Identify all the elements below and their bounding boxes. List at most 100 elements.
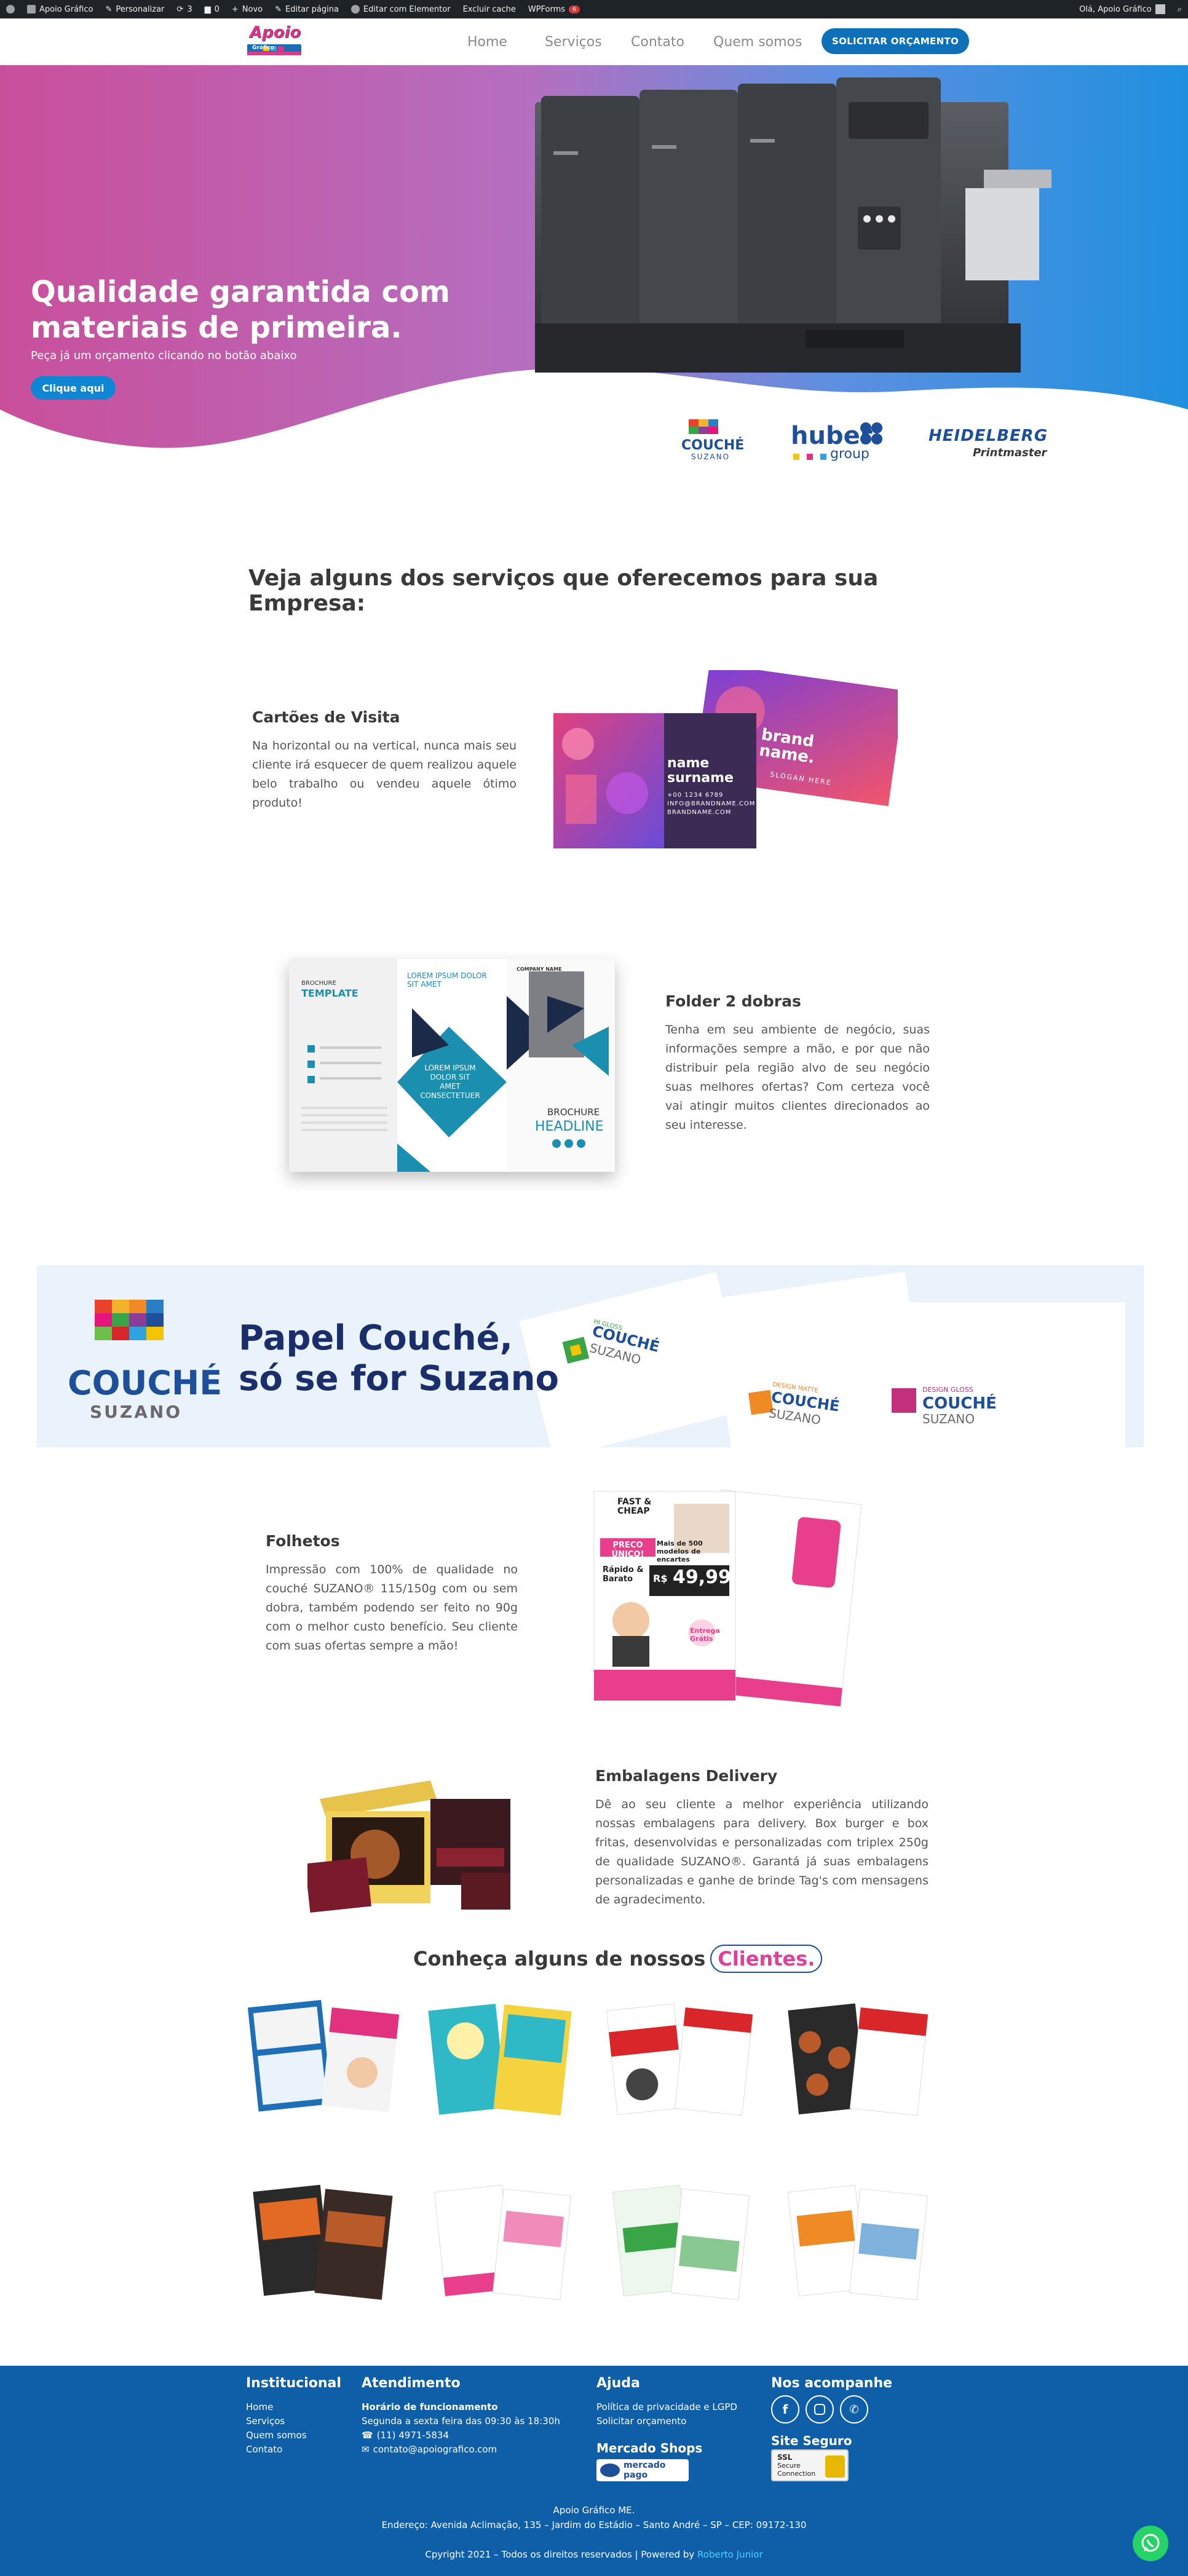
site-footer: Institucional Home Serviços Quem somos C… [0, 2366, 1188, 2576]
banner-brand-sub: SUZANO [90, 1402, 183, 1422]
brochure-label: BROCHURE [301, 980, 336, 987]
client-thumb-3 [606, 2003, 753, 2116]
footer-link-quote[interactable]: Solicitar orçamento [596, 2414, 686, 2428]
admin-updates-count: 3 [187, 4, 192, 14]
flyer-delivery: Entrega Grátis [690, 1627, 720, 1643]
ssl-badge: SSL Secure Connection [771, 2449, 849, 2481]
refresh-icon: ⟳ [176, 4, 184, 14]
partner-couche-logo [689, 419, 718, 434]
elementor-icon [350, 5, 360, 14]
mail-icon: ✉ [362, 2444, 370, 2455]
nav-servicos[interactable]: Serviços [545, 30, 602, 54]
ssl-line-3: Connection [777, 2470, 816, 2478]
wpforms-badge: 6 [569, 5, 580, 14]
whatsapp-floating-button[interactable] [1133, 2526, 1168, 2561]
admin-account[interactable]: Olá, Apoio Gráfico [1073, 0, 1171, 18]
nav-contato[interactable]: Contato [631, 30, 684, 54]
client-thumb-7 [612, 2184, 750, 2301]
ssl-line-2: Secure [777, 2462, 801, 2470]
service-title-flyers: Folhetos [266, 1532, 340, 1550]
admin-comments[interactable]: ▆ 0 [199, 0, 226, 18]
footer-link-servicos[interactable]: Serviços [246, 2414, 285, 2428]
mercado-pago-badge[interactable]: mercado pago [596, 2459, 689, 2481]
admin-edit-page[interactable]: ✎ Editar página [269, 0, 345, 18]
admin-clear-cache[interactable]: Excluir cache [457, 0, 522, 18]
brochure-lorem-center: LOREM IPSUM DOLOR SIT AMET CONSECTETUER [420, 1064, 480, 1100]
clients-gallery [0, 1992, 1188, 2312]
whatsapp-footer-icon[interactable]: ✆ [840, 2395, 868, 2424]
card-front-line-3: BRANDNAME.COM [667, 809, 732, 816]
footer-col1-title: Institucional [246, 2376, 341, 2391]
footer-col2-title: Atendimento [362, 2376, 461, 2391]
footer-col4-title: Nos acompanhe [771, 2376, 893, 2391]
request-quote-button[interactable]: SOLICITAR ORÇAMENTO [822, 28, 969, 54]
ssl-line-1: SSL [777, 2453, 793, 2462]
footer-link-quem-somos[interactable]: Quem somos [246, 2428, 307, 2443]
site-logo[interactable]: Apoio Gráfico [246, 23, 303, 58]
footer-link-contato[interactable]: Contato [246, 2443, 282, 2457]
admin-new[interactable]: + Novo [226, 0, 269, 18]
admin-comments-count: 0 [214, 4, 220, 14]
banner-brand: COUCHÉ [68, 1364, 223, 1402]
whatsapp-icon [1141, 2534, 1160, 2552]
business-cards-image: name surname +00 1234 6789 INFO@BRANDNAM… [553, 663, 905, 855]
brochure-template: TEMPLATE [301, 987, 358, 999]
footer-hours-title: Horário de funcionamento [362, 2401, 498, 2412]
flyer-brand: FAST & CHEAP [617, 1497, 652, 1516]
banner-headline-1: Papel Couché, [239, 1318, 513, 1358]
partner-couche-sub: SUZANO [691, 452, 731, 461]
logo-sub: Gráfico [252, 45, 275, 51]
mercado-pago-icon [600, 2463, 620, 2477]
footer-powered-link[interactable]: Roberto Junior [697, 2549, 763, 2560]
partner-heidelberg-sub: Printmaster [973, 446, 1047, 459]
footer-email[interactable]: ✉ contato@apoiografico.com [362, 2443, 497, 2457]
admin-wpforms[interactable]: WPForms 6 [522, 0, 587, 18]
brochure-headline: HEADLINE [535, 1119, 604, 1134]
clients-heading-text: Conheça alguns de nossos [413, 1947, 706, 1970]
service-title-cards: Cartões de Visita [252, 708, 400, 726]
client-thumb-4 [788, 2003, 929, 2116]
admin-elementor[interactable]: Editar com Elementor [345, 0, 457, 18]
admin-greeting: Olá, Apoio Gráfico [1079, 4, 1152, 14]
service-text-folder: Tenha em seu ambiente de negócio, suas i… [665, 1023, 930, 1132]
pencil-icon: ✎ [275, 4, 282, 14]
flyer-price-prefix: R$ [653, 1573, 668, 1584]
footer-copyright-text: Cpyright 2021 – Todos os direitos reserv… [425, 2549, 698, 2560]
flyer-models: Mais de 500 modelos de encartes [657, 1539, 703, 1563]
card-front-line-2: INFO@BRANDNAME.COM [667, 800, 756, 807]
nav-quem-somos[interactable]: Quem somos [713, 30, 802, 54]
brochure-b-label: BROCHURE [547, 1107, 600, 1118]
footer-phone[interactable]: ☎ (11) 4971-5834 [362, 2428, 449, 2443]
hero-section: Qualidade garantida com materiais de pri… [0, 65, 1188, 496]
footer-phone-text: (11) 4971-5834 [376, 2430, 449, 2441]
admin-elementor-label: Editar com Elementor [363, 4, 451, 14]
footer-copyright: Cpyright 2021 – Todos os direitos reserv… [0, 2548, 1188, 2562]
footer-mercado-title: Mercado Shops [596, 2441, 703, 2455]
admin-wp-logo[interactable] [0, 0, 21, 18]
client-thumb-6 [434, 2184, 572, 2301]
footer-address: Endereço: Avenida Aclimação, 135 – Jardi… [381, 2519, 807, 2531]
instagram-icon[interactable] [806, 2395, 834, 2424]
hero-cta-button[interactable]: Clique aqui [31, 376, 116, 400]
client-thumb-5 [253, 2184, 393, 2300]
admin-site-name[interactable]: Apoio Gráfico [21, 0, 99, 18]
footer-link-privacy[interactable]: Política de privacidade e LGPD [596, 2400, 737, 2414]
admin-customize[interactable]: ✎ Personalizar [99, 0, 170, 18]
flyer-price: 49,99 [673, 1567, 731, 1588]
footer-site-seguro: Site Seguro [771, 2433, 852, 2448]
page: Apoio Gráfico ✎ Personalizar ⟳ 3 ▆ 0 + Novo … [0, 0, 1188, 2576]
nav-home[interactable]: Home [467, 30, 507, 54]
facebook-icon[interactable]: f [771, 2395, 799, 2424]
printing-press-image [535, 77, 1051, 373]
brochure-lorem: LOREM IPSUM DOLOR SIT AMET [407, 971, 487, 989]
suzano-banner: COUCHÉ SUZANO Papel Couché, só se for Su… [37, 1265, 1144, 1447]
brochure-company: COMPANY NAME [517, 966, 562, 972]
mercado-pago-label: mercado pago [624, 2460, 666, 2480]
admin-clear-cache-label: Excluir cache [462, 4, 516, 14]
footer-link-home[interactable]: Home [246, 2400, 273, 2414]
footer-company: Apoio Gráfico ME. [553, 2505, 635, 2516]
admin-search[interactable]: ⌕ [1171, 0, 1188, 18]
client-thumb-8 [787, 2184, 929, 2301]
clients-highlight: Clientes. [710, 1945, 823, 1973]
admin-updates[interactable]: ⟳ 3 [170, 0, 198, 18]
